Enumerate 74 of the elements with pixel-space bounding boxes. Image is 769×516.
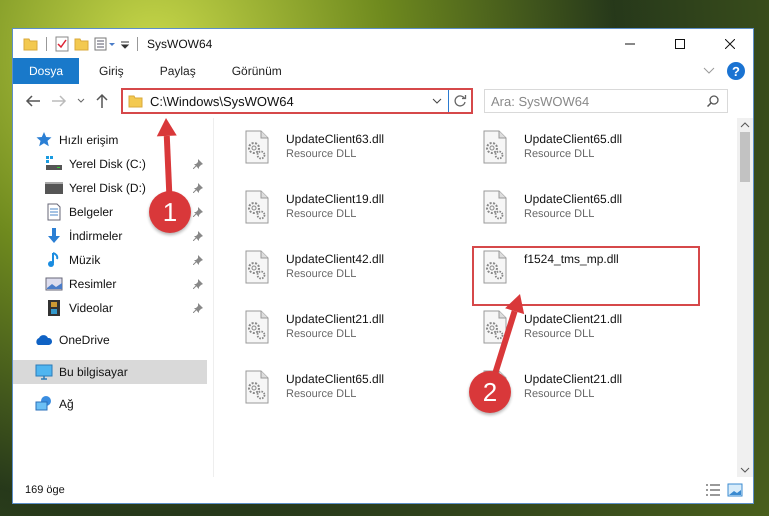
file-type: Resource DLL [524,388,596,400]
drive-icon [45,179,63,197]
scrollbar-thumb[interactable] [740,132,750,182]
back-arrow-icon[interactable] [25,94,41,108]
details-view-icon[interactable] [705,483,721,497]
file-name[interactable]: UpdateClient19.dll [286,192,384,206]
scrollbar[interactable] [737,118,753,477]
sidebar-item[interactable]: Bu bilgisayar [59,365,128,379]
system-drive-icon [45,155,63,173]
large-icons-view-icon[interactable] [727,483,743,497]
file-name[interactable]: UpdateClient65.dll [524,192,622,206]
documents-icon [45,203,63,221]
address-bar[interactable]: C:\Windows\SysWOW64 [121,88,473,114]
pin-icon[interactable] [193,279,203,289]
scroll-down-icon[interactable] [740,467,750,473]
sidebar-item[interactable]: Müzik [69,253,100,267]
sidebar-item[interactable]: OneDrive [59,333,110,347]
pin-icon[interactable] [193,255,203,265]
file-name[interactable]: f1524_tms_mp.dll [524,252,619,266]
videos-icon [45,299,63,317]
scroll-up-icon[interactable] [740,122,750,128]
sidebar-item[interactable]: Resimler [69,277,116,291]
item-count: 169 öge [25,484,65,496]
search-icon[interactable] [707,95,719,107]
up-arrow-icon[interactable] [95,93,109,109]
file-type: Resource DLL [524,148,596,160]
sidebar-item[interactable]: Ağ [59,397,74,411]
expand-ribbon-icon[interactable] [703,67,715,75]
file-type: Resource DLL [286,148,358,160]
dropdown-caret-icon[interactable] [432,98,442,104]
file-name[interactable]: UpdateClient42.dll [286,252,384,266]
file-type: Resource DLL [286,268,358,280]
file-name[interactable]: UpdateClient21.dll [286,312,384,326]
file-name[interactable]: UpdateClient21.dll [524,312,622,326]
file-type: Resource DLL [286,208,358,220]
pin-icon[interactable] [193,231,203,241]
file-type: Resource DLL [524,208,596,220]
ribbon-tab[interactable]: Paylaş [144,58,212,84]
ribbon-tab[interactable]: Giriş [83,58,140,84]
sidebar-item[interactable]: Yerel Disk (C:) [69,157,146,171]
star-icon [35,131,53,149]
search-field[interactable]: Ara: SysWOW64 [484,89,728,113]
file-type: Resource DLL [524,328,596,340]
file-name[interactable]: UpdateClient63.dll [286,132,384,146]
sidebar-item[interactable]: Belgeler [69,205,114,219]
file-type: Resource DLL [286,388,358,400]
ribbon-tab[interactable]: Dosya [13,58,80,84]
sidebar-item[interactable]: Yerel Disk (D:) [69,181,146,195]
computer-icon [35,363,53,381]
maximize-icon[interactable] [675,38,685,48]
address-path: C:\Windows\SysWOW64 [150,94,294,108]
folder-icon [128,93,144,109]
close-icon[interactable] [725,38,735,48]
ribbon-tab[interactable]: Görünüm [216,58,298,84]
file-type: Resource DLL [286,328,358,340]
pictures-icon [45,275,63,293]
sidebar-item[interactable]: İndirmeler [69,229,122,243]
file-name[interactable]: UpdateClient65.dll [524,132,622,146]
file-name[interactable]: UpdateClient21.dll [524,372,622,386]
recent-caret-icon[interactable] [77,98,85,104]
list-view-icon[interactable] [94,36,116,52]
network-icon [35,395,53,413]
pin-icon[interactable] [193,207,203,217]
window-title: SysWOW64 [147,36,212,50]
pin-icon[interactable] [193,159,203,169]
pin-icon[interactable] [193,183,203,193]
sidebar-item[interactable]: Hızlı erişim [59,133,118,147]
refresh-icon [453,94,467,108]
help-button[interactable]: ? [727,62,745,80]
pin-icon[interactable] [193,303,203,313]
properties-icon[interactable] [54,36,70,52]
file-name[interactable]: UpdateClient65.dll [286,372,384,386]
download-icon [45,227,63,245]
sidebar-item[interactable]: Videolar [69,301,113,315]
